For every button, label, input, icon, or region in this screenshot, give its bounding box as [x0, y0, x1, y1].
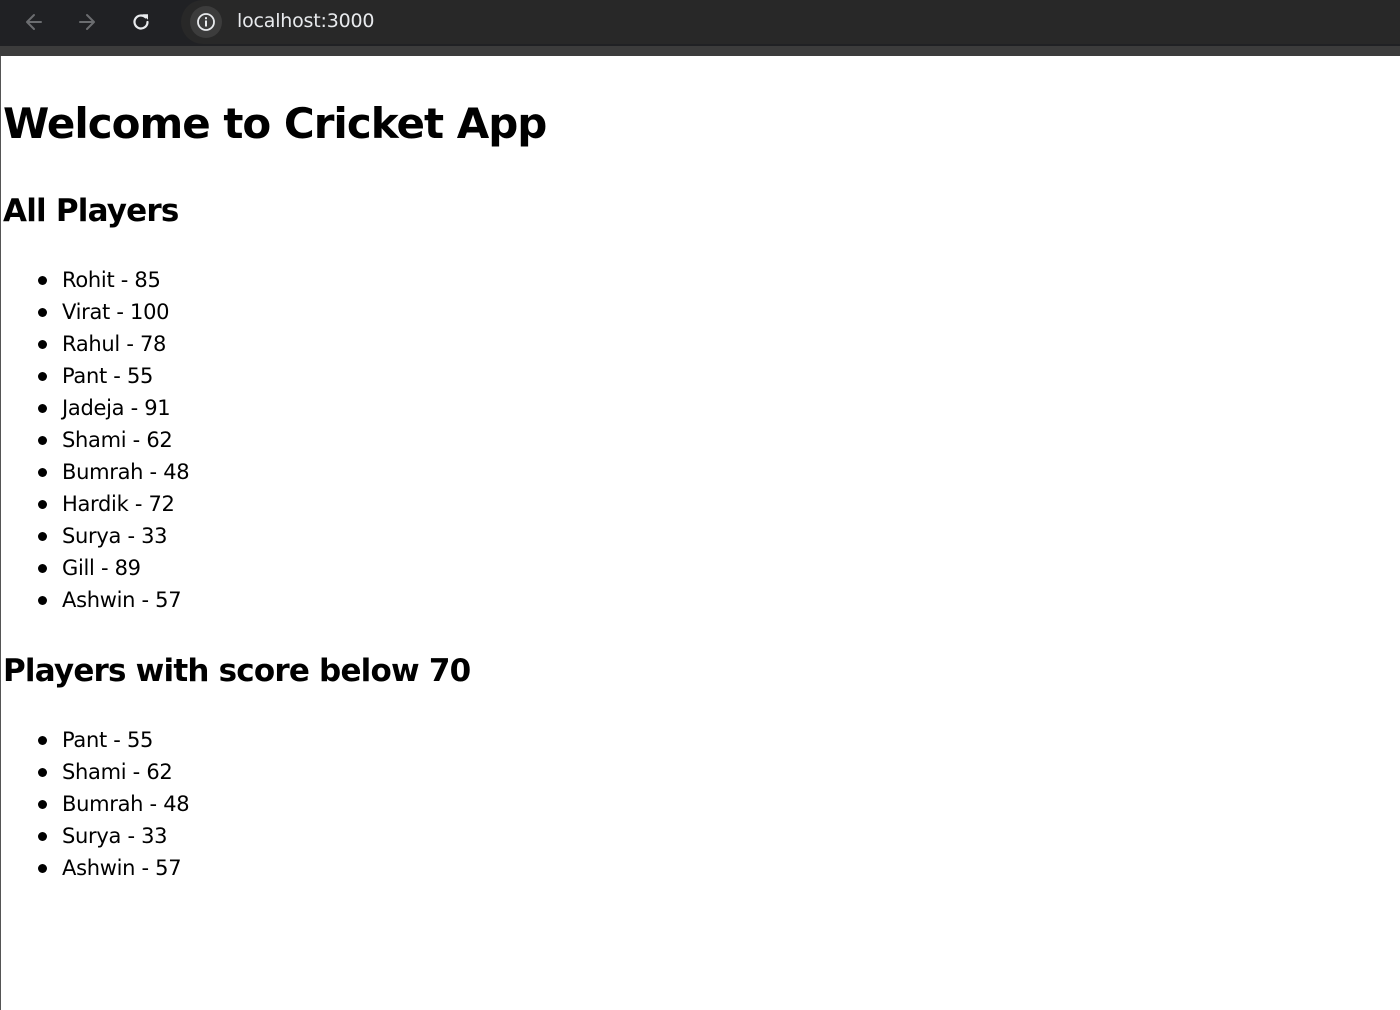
- list-item: Ashwin - 57: [3, 852, 189, 884]
- reload-icon: [133, 14, 149, 30]
- list-item: Pant - 55: [3, 724, 189, 756]
- list-item: Hardik - 72: [3, 488, 189, 520]
- list-item: Virat - 100: [3, 296, 189, 328]
- list-item: Bumrah - 48: [3, 788, 190, 820]
- forward-button[interactable]: [71, 6, 103, 38]
- site-info-button[interactable]: [190, 6, 222, 38]
- list-item: Surya - 33: [3, 820, 189, 852]
- reload-button[interactable]: [125, 6, 157, 38]
- list-item: Rahul - 78: [3, 328, 189, 360]
- all-players-list: Rohit - 85 Virat - 100 Rahul - 78 Pant -…: [3, 264, 190, 616]
- list-item: Rohit - 85: [3, 264, 189, 296]
- arrow-right-icon: [79, 14, 95, 30]
- page-title: Welcome to Cricket App: [3, 99, 547, 148]
- list-item: Pant - 55: [3, 360, 189, 392]
- toolbar-divider: [0, 46, 1400, 56]
- url-text[interactable]: localhost:3000: [237, 9, 374, 33]
- list-item: Bumrah - 48: [3, 456, 190, 488]
- below-70-heading: Players with score below 70: [3, 653, 471, 689]
- below-70-list: Pant - 55 Shami - 62 Bumrah - 48 Surya -…: [3, 724, 190, 884]
- arrow-left-icon: [26, 14, 42, 30]
- all-players-heading: All Players: [3, 193, 179, 229]
- back-button[interactable]: [18, 6, 50, 38]
- list-item: Jadeja - 91: [3, 392, 189, 424]
- list-item: Surya - 33: [3, 520, 189, 552]
- list-item: Shami - 62: [3, 756, 189, 788]
- info-icon: [197, 13, 215, 31]
- page-viewport: Welcome to Cricket App All Players Rohit…: [0, 56, 1400, 1010]
- list-item: Ashwin - 57: [3, 584, 189, 616]
- list-item: Shami - 62: [3, 424, 189, 456]
- list-item: Gill - 89: [3, 552, 189, 584]
- browser-toolbar: localhost:3000: [0, 0, 1400, 46]
